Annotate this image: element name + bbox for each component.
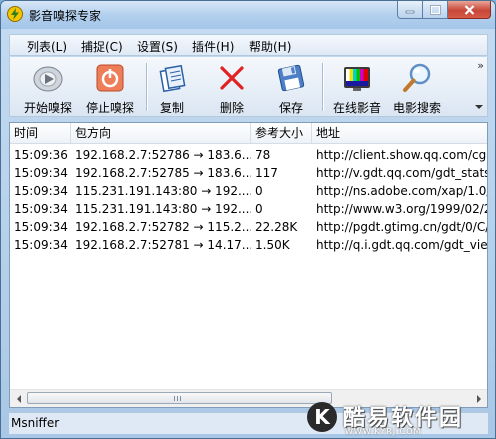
close-button[interactable] bbox=[448, 1, 491, 19]
minimize-icon bbox=[405, 10, 415, 13]
stop-sniff-button[interactable]: 停止嗅探 bbox=[80, 59, 140, 115]
cell-size: 78 bbox=[255, 148, 271, 162]
table-row[interactable]: 15:09:34 115.231.191.143:80 → 192.... 0 htt… bbox=[10, 182, 487, 200]
window-controls bbox=[397, 1, 491, 21]
cell-time: 15:09:34 bbox=[14, 166, 68, 180]
copy-icon bbox=[159, 64, 186, 93]
cell-direction: 192.168.2.7:52785 → 183.6... bbox=[75, 166, 251, 180]
cell-direction: 115.231.191.143:80 → 192.... bbox=[75, 184, 251, 198]
delete-button[interactable]: 删除 bbox=[212, 59, 252, 115]
save-button[interactable]: 保存 bbox=[271, 59, 311, 115]
cell-address: http://client.show.qq.com/cgi- bbox=[316, 148, 488, 162]
floppy-disk-icon bbox=[277, 64, 305, 92]
toolbar: 开始嗅探 停止嗅探 复制 删除 保存 在线影音 电影搜索 » bbox=[9, 57, 488, 117]
table-row[interactable]: 15:09:34 115.231.191.143:80 → 192.... 0 htt… bbox=[10, 200, 487, 218]
window-title: 影音嗅探专家 bbox=[29, 9, 102, 23]
app-window: 影音嗅探专家 列表(L) 捕捉(C) 设置(S) 插件(H) 帮助(H) 开始嗅… bbox=[0, 0, 496, 439]
delete-x-icon bbox=[220, 66, 244, 90]
cell-direction: 115.231.191.143:80 → 192.... bbox=[75, 202, 251, 216]
cell-address: http://ns.adobe.com/xap/1.0/ bbox=[316, 184, 488, 198]
cell-direction: 192.168.2.7:52786 → 183.6... bbox=[75, 148, 251, 162]
watermark: K 酷易软件园 WWW.KYRJ.COM bbox=[307, 400, 491, 436]
delete-label: 删除 bbox=[219, 101, 244, 115]
toolbar-separator bbox=[146, 63, 147, 111]
start-sniff-label: 开始嗅探 bbox=[23, 101, 72, 115]
menu-bar: 列表(L) 捕捉(C) 设置(S) 插件(H) 帮助(H) bbox=[9, 34, 488, 56]
watermark-url: WWW.KYRJ.COM bbox=[345, 427, 422, 436]
toolbar-separator bbox=[322, 63, 323, 111]
cell-address: http://v.gdt.qq.com/gdt_stats bbox=[316, 166, 488, 180]
stop-sniff-label: 停止嗅探 bbox=[85, 101, 134, 115]
start-sniff-button[interactable]: 开始嗅探 bbox=[16, 59, 80, 115]
cell-address: http://pgdt.gtimg.cn/gdt/0/C/ bbox=[316, 220, 488, 234]
maximize-icon bbox=[429, 4, 441, 15]
online-video-button[interactable]: 在线影音 bbox=[328, 59, 386, 115]
cell-size: 0 bbox=[255, 184, 263, 198]
movie-search-button[interactable]: 电影搜索 bbox=[386, 59, 448, 115]
copy-label: 复制 bbox=[159, 101, 184, 115]
table-row[interactable]: 15:09:34 192.168.2.7:52782 → 115.2... 22.2… bbox=[10, 218, 487, 236]
watermark-logo: K bbox=[307, 402, 337, 432]
cell-address: http://q.i.gdt.qq.com/gdt_view bbox=[316, 238, 488, 252]
cell-size: 117 bbox=[255, 166, 278, 180]
play-disc-icon bbox=[33, 66, 63, 92]
cell-time: 15:09:34 bbox=[14, 238, 68, 252]
list-header: 时间 包方向 参考大小 地址 bbox=[10, 123, 487, 144]
magnifier-icon bbox=[403, 63, 431, 92]
power-icon bbox=[96, 64, 124, 92]
status-text: Msniffer bbox=[11, 416, 60, 430]
movie-search-label: 电影搜索 bbox=[392, 101, 441, 115]
scrollbar-thumb[interactable] bbox=[27, 392, 332, 404]
online-video-label: 在线影音 bbox=[332, 101, 381, 115]
column-header-address[interactable]: 地址 bbox=[312, 123, 487, 143]
close-icon bbox=[464, 4, 474, 15]
menu-list[interactable]: 列表(L) bbox=[27, 38, 67, 55]
column-header-time[interactable]: 时间 bbox=[10, 123, 71, 143]
scroll-left-arrow-icon[interactable] bbox=[10, 390, 27, 407]
cell-time: 15:09:34 bbox=[14, 184, 68, 198]
save-label: 保存 bbox=[278, 101, 303, 115]
menu-plugins[interactable]: 插件(H) bbox=[192, 38, 234, 55]
minimize-button[interactable] bbox=[397, 1, 423, 19]
table-row[interactable]: 15:09:36 192.168.2.7:52786 → 183.6... 78 ht… bbox=[10, 146, 487, 164]
cell-direction: 192.168.2.7:52782 → 115.2... bbox=[75, 220, 251, 234]
menu-capture[interactable]: 捕捉(C) bbox=[81, 38, 123, 55]
cell-address: http://www.w3.org/1999/02/2 bbox=[316, 202, 488, 216]
title-bar[interactable]: 影音嗅探专家 bbox=[1, 1, 495, 29]
column-header-size[interactable]: 参考大小 bbox=[251, 123, 312, 143]
toolbar-dropdown-caret-icon[interactable] bbox=[475, 105, 483, 109]
cell-time: 15:09:36 bbox=[14, 148, 68, 162]
cell-size: 22.28K bbox=[255, 220, 298, 234]
cell-size: 0 bbox=[255, 202, 263, 216]
maximize-button[interactable] bbox=[423, 1, 448, 19]
table-row[interactable]: 15:09:34 192.168.2.7:52785 → 183.6... 117 h… bbox=[10, 164, 487, 182]
column-header-direction[interactable]: 包方向 bbox=[71, 123, 251, 143]
tv-test-pattern-icon bbox=[344, 67, 370, 91]
copy-button[interactable]: 复制 bbox=[152, 59, 192, 115]
cell-direction: 192.168.2.7:52781 → 14.17.... bbox=[75, 238, 251, 252]
packet-list[interactable]: 时间 包方向 参考大小 地址 15:09:36 192.168.2.7:52786… bbox=[9, 122, 488, 408]
app-logo-icon bbox=[7, 6, 23, 22]
toolbar-overflow-chevron-icon[interactable]: » bbox=[477, 59, 484, 72]
cell-time: 15:09:34 bbox=[14, 220, 68, 234]
table-row[interactable]: 15:09:34 192.168.2.7:52781 → 14.17.... 1.5… bbox=[10, 236, 487, 254]
menu-settings[interactable]: 设置(S) bbox=[137, 38, 178, 55]
cell-size: 1.50K bbox=[255, 238, 290, 252]
cell-time: 15:09:34 bbox=[14, 202, 68, 216]
menu-help[interactable]: 帮助(H) bbox=[249, 38, 291, 55]
